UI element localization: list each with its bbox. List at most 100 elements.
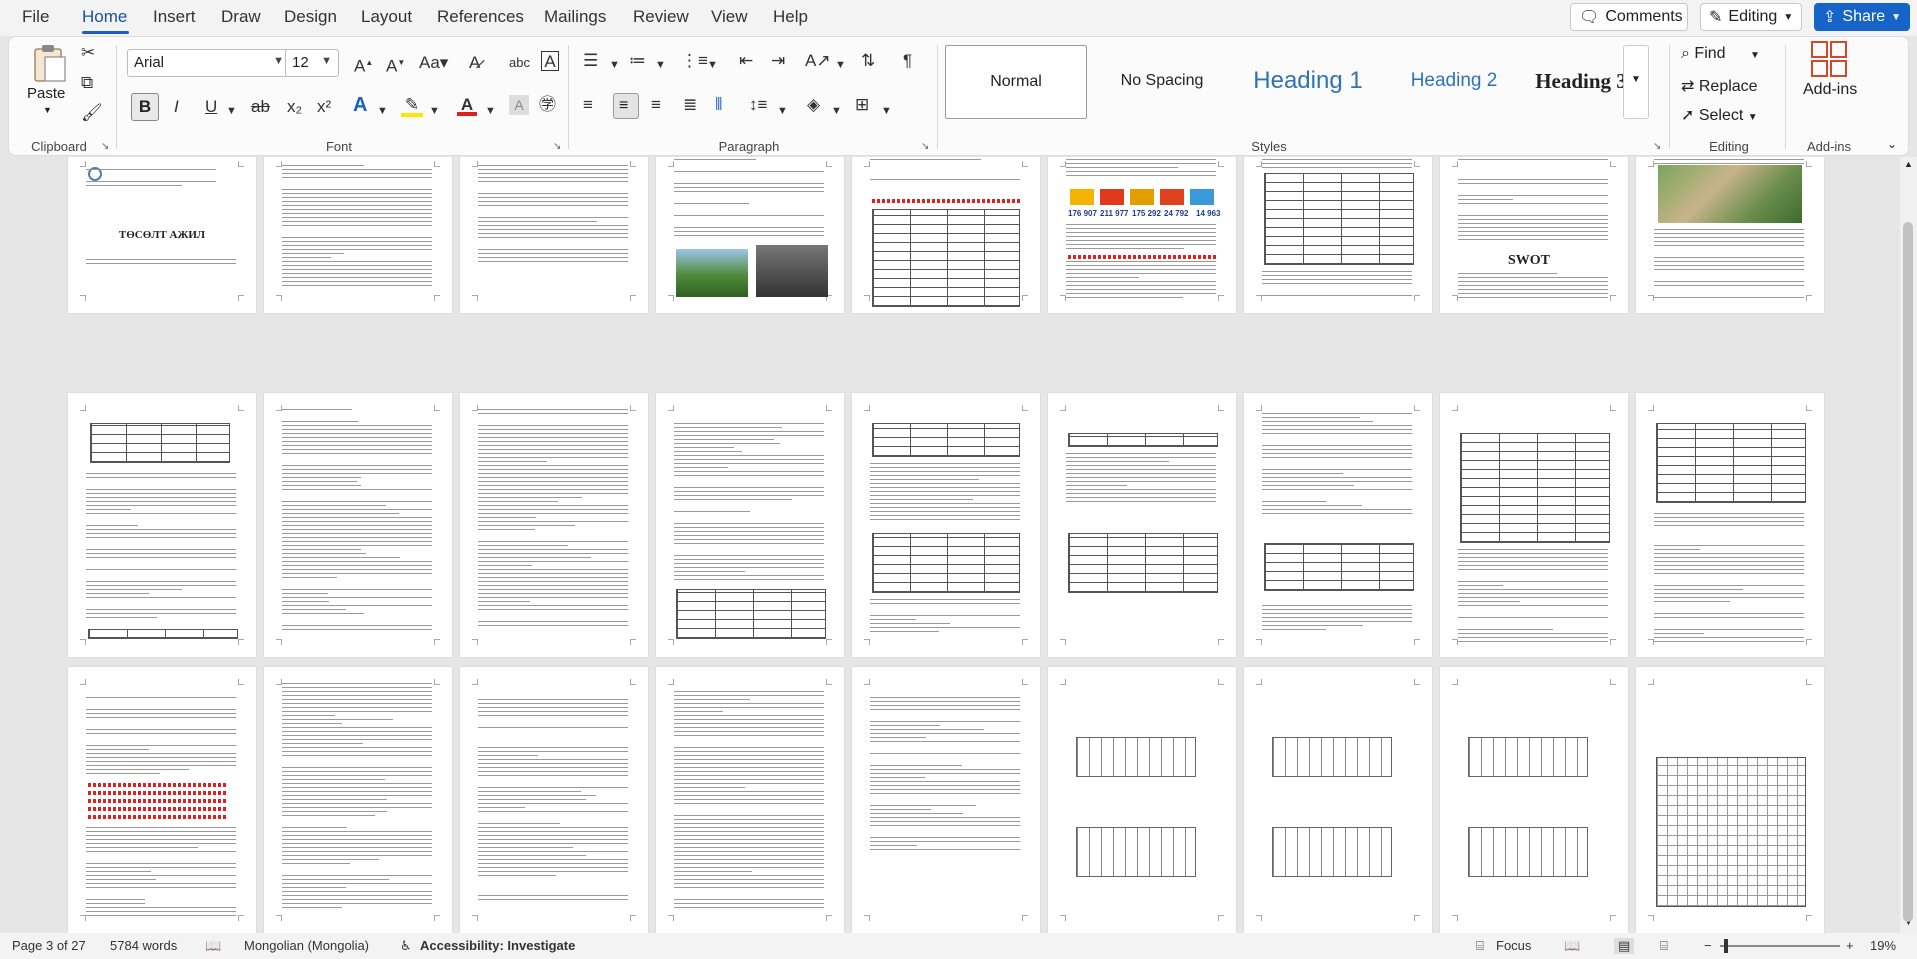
copy-icon[interactable]: ⧉ [81, 73, 93, 93]
proofing-icon[interactable]: 📖 [205, 938, 221, 954]
document-page[interactable] [1048, 667, 1236, 933]
share-button[interactable]: ⇪ Share ▼ [1814, 3, 1910, 31]
numbering-icon[interactable]: ≔ [629, 51, 646, 71]
subscript-icon[interactable]: x₂ [287, 97, 302, 117]
document-page[interactable] [68, 667, 256, 933]
dialog-launcher-icon[interactable]: ↘ [553, 141, 561, 152]
chevron-down-icon[interactable]: ▼ [226, 101, 237, 121]
document-page[interactable] [852, 393, 1040, 657]
print-layout-icon[interactable]: ▤ [1614, 938, 1635, 954]
document-page[interactable] [656, 157, 844, 313]
show-formatting-marks-icon[interactable]: ¶ [903, 51, 912, 71]
dialog-launcher-icon[interactable]: ↘ [1653, 141, 1661, 152]
document-page[interactable]: ТӨСӨЛТ АЖИЛ [68, 157, 256, 313]
character-border-icon[interactable]: A [541, 51, 559, 71]
bullets-icon[interactable]: ☰ [583, 51, 598, 71]
document-page[interactable]: SWOT [1440, 157, 1628, 313]
menu-view[interactable]: View [711, 7, 748, 27]
chevron-down-icon[interactable]: ▼ [777, 101, 788, 121]
scrollbar-thumb[interactable] [1903, 222, 1913, 922]
enclose-characters-icon[interactable]: ㊫ [539, 95, 556, 115]
document-page[interactable] [1244, 157, 1432, 313]
decrease-indent-icon[interactable]: ⇤ [739, 51, 753, 71]
menu-draw[interactable]: Draw [221, 7, 261, 27]
zoom-in-icon[interactable]: + [1846, 938, 1854, 953]
change-case-icon[interactable]: Aa▾ [419, 53, 448, 73]
document-page[interactable] [852, 157, 1040, 313]
collapse-ribbon-icon[interactable]: ⌄ [1887, 137, 1897, 151]
grow-font-icon[interactable]: A▲ [354, 53, 373, 77]
document-page[interactable] [656, 667, 844, 933]
align-right-icon[interactable]: ≡ [651, 95, 661, 115]
chevron-down-icon[interactable]: ▼ [485, 101, 496, 121]
page-count[interactable]: Page 3 of 27 [12, 938, 86, 953]
increase-indent-icon[interactable]: ⇥ [771, 51, 785, 71]
zoom-out-icon[interactable]: − [1704, 938, 1712, 953]
document-page[interactable] [264, 393, 452, 657]
chevron-down-icon[interactable]: ▼ [377, 101, 388, 121]
document-page[interactable] [1636, 157, 1824, 313]
menu-design[interactable]: Design [284, 7, 337, 27]
text-direction-icon[interactable]: A↗ [805, 51, 831, 71]
menu-home[interactable]: Home [82, 7, 127, 27]
shrink-font-icon[interactable]: A▼ [386, 53, 405, 77]
text-effects-icon[interactable]: A [353, 95, 367, 115]
document-page[interactable] [460, 393, 648, 657]
document-pages-grid[interactable]: ТӨСӨЛТ АЖИЛ 176 907 211 977 175 292 24 792 14… [0, 157, 1900, 933]
underline-icon[interactable]: U [205, 97, 217, 117]
sort-icon[interactable]: ⇅ [861, 51, 875, 71]
document-page[interactable] [852, 667, 1040, 933]
chevron-down-icon[interactable]: ▼ [881, 101, 892, 121]
bold-button[interactable]: B [131, 93, 159, 121]
font-color-icon[interactable]: A [457, 95, 477, 116]
zoom-level[interactable]: 19% [1870, 938, 1896, 953]
chevron-down-icon[interactable]: ▼ [835, 55, 846, 75]
align-center-button[interactable]: ≡ [613, 93, 639, 119]
style-normal[interactable]: Normal [945, 45, 1087, 119]
chevron-down-icon[interactable]: ▼ [655, 55, 666, 75]
italic-icon[interactable]: I [174, 97, 179, 117]
style-heading-2[interactable]: Heading 2 [1383, 45, 1525, 117]
document-page[interactable] [460, 667, 648, 933]
menu-references[interactable]: References [437, 7, 524, 27]
menu-mailings[interactable]: Mailings [544, 7, 606, 27]
dialog-launcher-icon[interactable]: ↘ [921, 141, 929, 152]
document-page[interactable] [1440, 393, 1628, 657]
web-layout-icon[interactable]: ⌸ [1660, 938, 1668, 954]
document-page[interactable] [68, 393, 256, 657]
document-page[interactable] [656, 393, 844, 657]
document-page[interactable] [264, 157, 452, 313]
menu-insert[interactable]: Insert [153, 7, 196, 27]
menu-review[interactable]: Review [633, 7, 689, 27]
paste-button[interactable]: Paste ▼ [25, 43, 73, 123]
phonetic-guide-icon[interactable]: abc [509, 53, 530, 73]
chevron-down-icon[interactable]: ▼ [831, 101, 842, 121]
accessibility-status[interactable]: Accessibility: Investigate [420, 938, 575, 953]
highlight-icon[interactable]: ✎ [401, 95, 423, 117]
document-page[interactable] [1636, 667, 1824, 933]
document-page[interactable] [264, 667, 452, 933]
document-page[interactable] [1440, 667, 1628, 933]
document-page[interactable] [460, 157, 648, 313]
focus-button[interactable]: Focus [1496, 938, 1531, 953]
document-page[interactable]: 176 907 211 977 175 292 24 792 14 963 [1048, 157, 1236, 313]
font-size-box[interactable]: 12 ▼ [285, 49, 339, 77]
select-button[interactable]: ➚ Select ▼ [1681, 105, 1791, 127]
menu-file[interactable]: File [22, 7, 49, 27]
language-indicator[interactable]: Mongolian (Mongolia) [244, 938, 369, 953]
add-ins-button[interactable]: Add-ins [1793, 39, 1869, 131]
justify-icon[interactable]: ≣ [683, 95, 697, 115]
menu-help[interactable]: Help [773, 7, 808, 27]
strikethrough-icon[interactable]: ab [251, 97, 270, 117]
superscript-icon[interactable]: x² [317, 97, 331, 117]
document-page[interactable] [1048, 393, 1236, 657]
find-button[interactable]: ⌕ Find ▼ [1681, 45, 1791, 67]
replace-button[interactable]: ⇄ Replace [1681, 76, 1791, 98]
style-no-spacing[interactable]: No Spacing [1091, 45, 1233, 117]
read-mode-icon[interactable]: 📖 [1564, 938, 1580, 954]
style-heading-1[interactable]: Heading 1 [1237, 45, 1379, 117]
chevron-down-icon[interactable]: ▼ [429, 101, 440, 121]
line-spacing-icon[interactable]: ↕≡ [749, 95, 767, 115]
chevron-down-icon[interactable]: ▼ [707, 55, 718, 75]
styles-gallery-more-button[interactable]: ▼ [1623, 45, 1649, 119]
